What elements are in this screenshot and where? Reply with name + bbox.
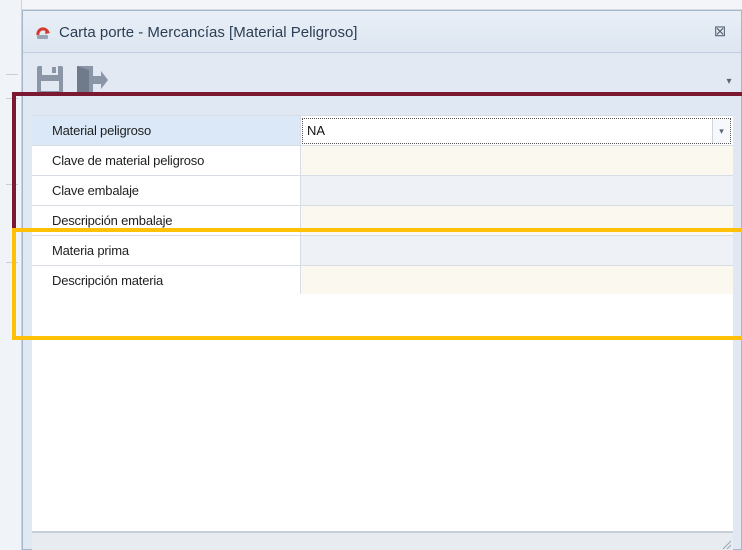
highlight-box-yellow xyxy=(12,228,742,340)
window-title: Carta porte - Mercancías [Material Pelig… xyxy=(59,24,358,41)
close-icon: ⊠ xyxy=(713,23,727,40)
highlight-box-red xyxy=(12,92,742,232)
resize-grip-icon[interactable] xyxy=(721,539,731,549)
toolbar: ▾ xyxy=(23,54,741,96)
title-bar[interactable]: Carta porte - Mercancías [Material Pelig… xyxy=(23,11,741,53)
background-app-toolbar xyxy=(22,0,742,10)
chevron-down-icon: ▾ xyxy=(726,76,732,87)
toolbar-overflow-button[interactable]: ▾ xyxy=(723,76,735,88)
screen: Carta porte - Mercancías [Material Pelig… xyxy=(0,0,742,550)
close-button[interactable]: ⊠ xyxy=(709,21,731,43)
app-icon xyxy=(36,27,50,39)
status-bar xyxy=(32,532,733,550)
